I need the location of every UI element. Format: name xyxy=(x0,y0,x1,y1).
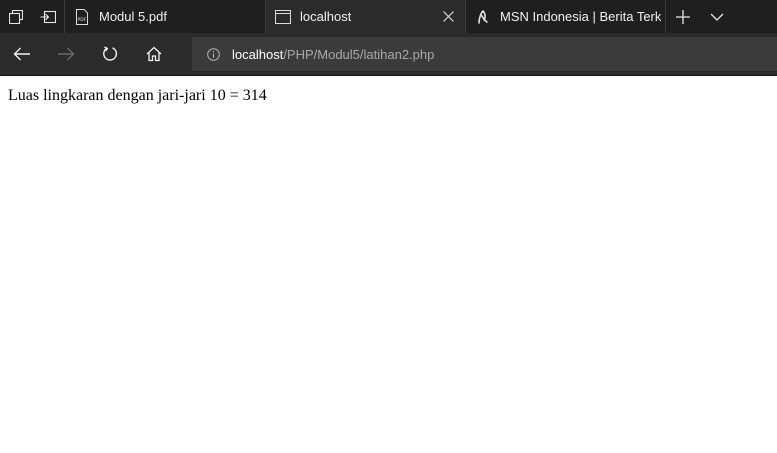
tabs-aside-icon xyxy=(9,9,23,24)
refresh-icon xyxy=(103,46,118,61)
svg-text:PDF: PDF xyxy=(78,17,87,23)
page-icon xyxy=(274,8,292,26)
forward-button[interactable] xyxy=(44,33,88,75)
plus-icon xyxy=(676,9,690,24)
tab-msn[interactable]: MSN Indonesia | Berita Terk xyxy=(465,0,665,33)
home-icon xyxy=(146,46,162,62)
url-text[interactable]: localhost/PHP/Modul5/latihan2.php xyxy=(232,47,434,62)
info-icon[interactable] xyxy=(206,47,220,61)
home-button[interactable] xyxy=(132,33,176,75)
url-path: /PHP/Modul5/latihan2.php xyxy=(283,46,435,62)
set-tabs-aside-button[interactable] xyxy=(32,0,64,33)
chevron-down-icon xyxy=(710,13,724,21)
pdf-icon: PDF xyxy=(73,8,91,26)
arrow-left-icon xyxy=(13,47,30,61)
refresh-button[interactable] xyxy=(88,33,132,75)
tab-title: localhost xyxy=(300,9,352,24)
show-tab-previews-button[interactable] xyxy=(700,0,734,33)
set-aside-icon xyxy=(40,10,56,23)
navigation-toolbar: localhost/PHP/Modul5/latihan2.php xyxy=(0,33,777,76)
output-text: Luas lingkaran dengan jari-jari 10 = 314 xyxy=(8,87,267,104)
close-icon[interactable] xyxy=(441,9,455,23)
tab-title: MSN Indonesia | Berita Terk xyxy=(500,9,662,24)
new-tab-button[interactable] xyxy=(666,0,700,33)
tab-bar: PDF Modul 5.pdf localhost MSN Indonesia … xyxy=(0,0,777,33)
tab-title: Modul 5.pdf xyxy=(99,9,167,24)
arrow-right-icon xyxy=(58,47,75,61)
url-host: localhost xyxy=(232,46,284,62)
tab-localhost[interactable]: localhost xyxy=(265,0,465,33)
tab-modul-pdf[interactable]: PDF Modul 5.pdf xyxy=(64,0,265,33)
msn-icon xyxy=(474,8,492,26)
tab-actions xyxy=(665,0,734,33)
back-button[interactable] xyxy=(0,33,44,75)
page-content: Luas lingkaran dengan jari-jari 10 = 314 xyxy=(0,76,777,453)
tab-actions-menu-button[interactable] xyxy=(0,0,32,33)
address-bar[interactable]: localhost/PHP/Modul5/latihan2.php xyxy=(192,37,777,71)
